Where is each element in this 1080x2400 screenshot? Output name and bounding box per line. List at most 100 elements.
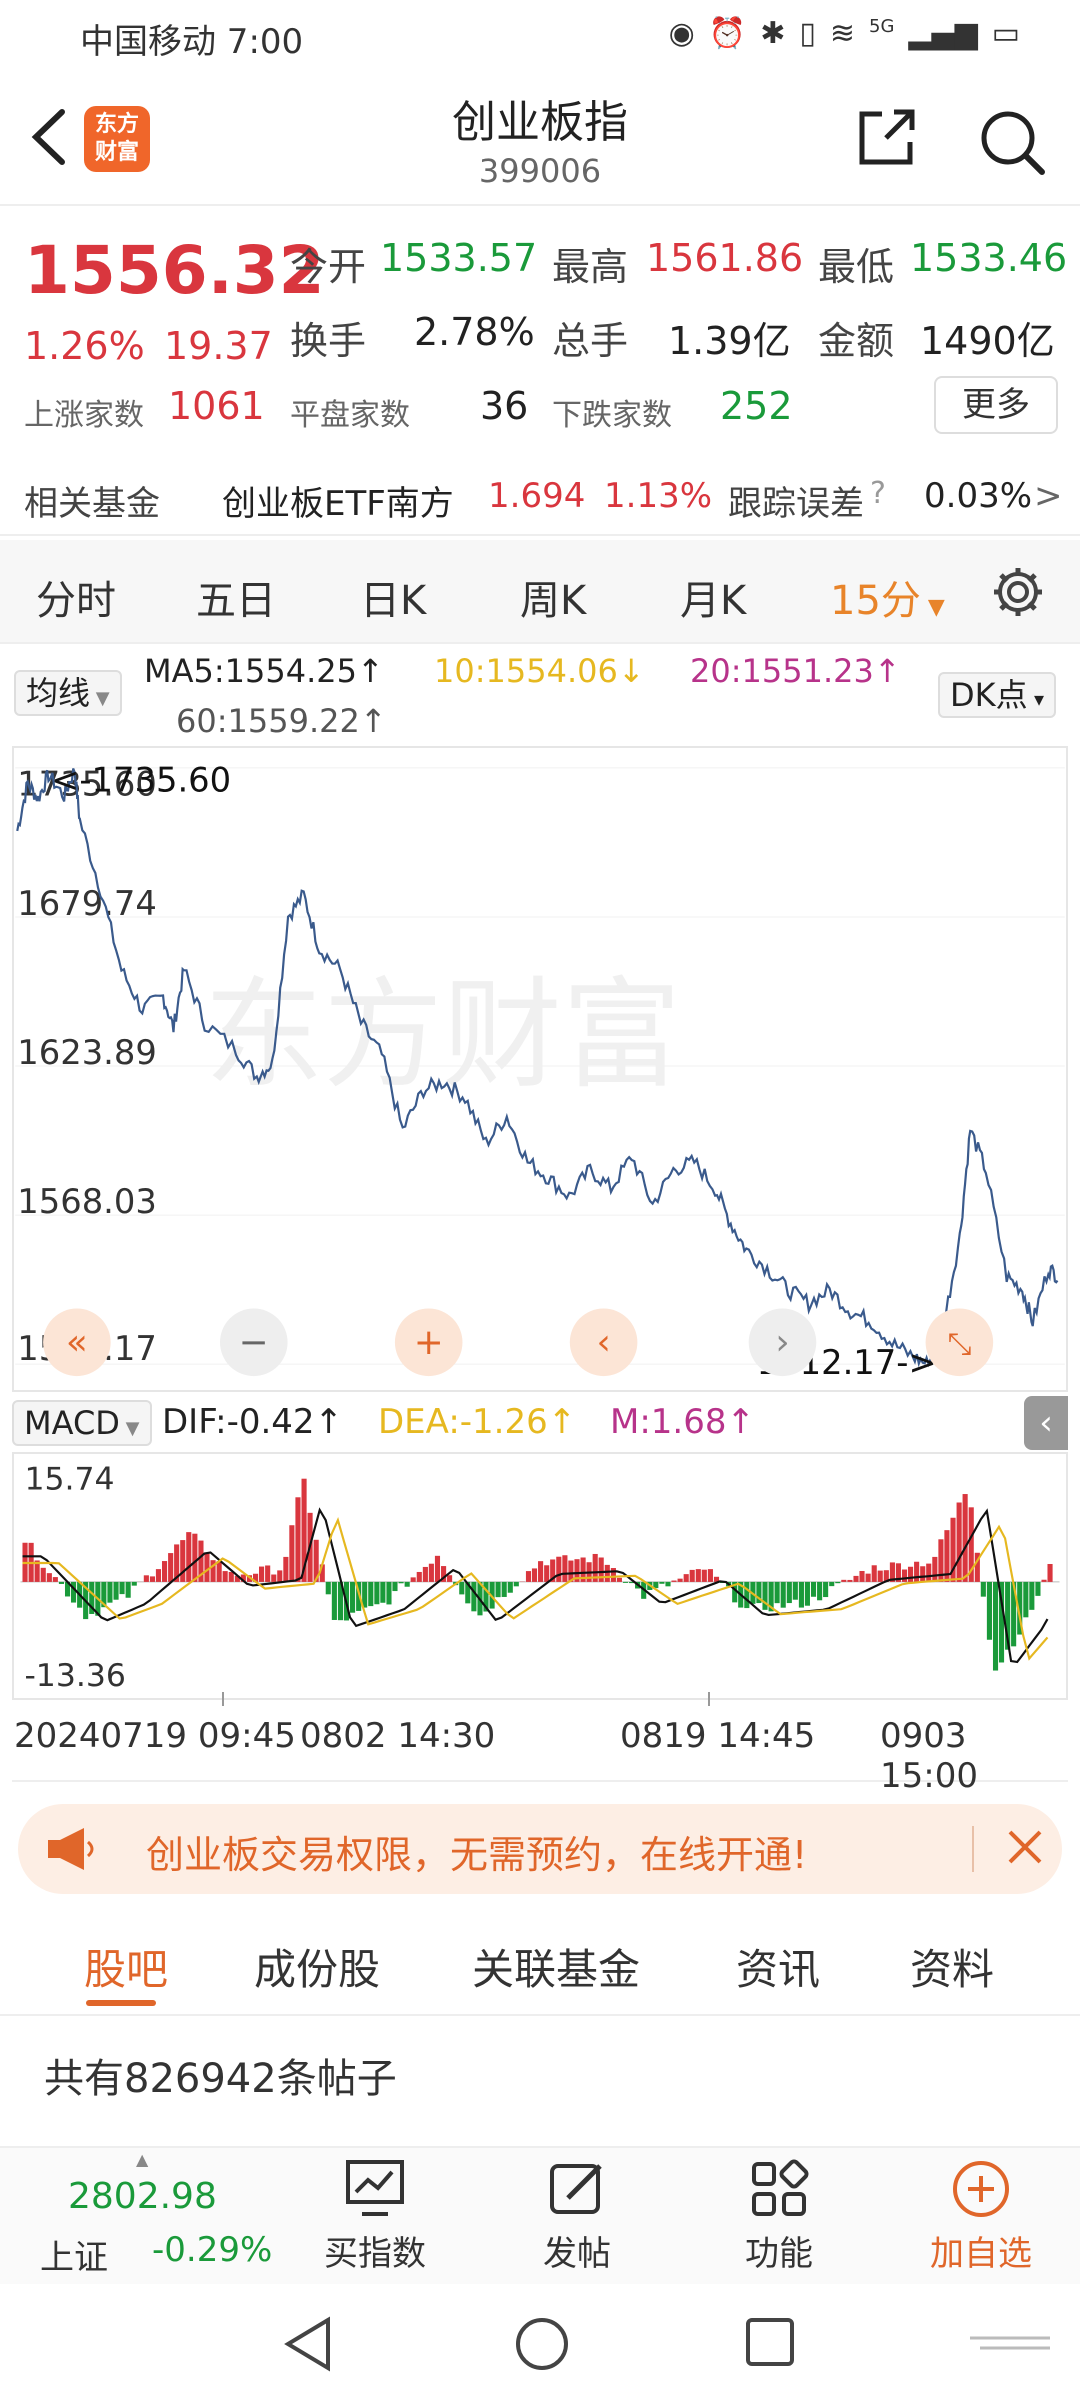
macd-bar (865, 1573, 871, 1582)
post-count: 共有826942条帖子 (44, 2056, 397, 2102)
nav-buy-index[interactable]: 买指数 (310, 2158, 440, 2275)
tab-intraday[interactable]: 分时 (36, 568, 116, 626)
macd-bar (659, 1581, 665, 1584)
macd-bar (471, 1581, 477, 1612)
search-icon[interactable] (976, 106, 1048, 178)
nav-post[interactable]: 发帖 (512, 2158, 642, 2275)
flat-label: 平盘家数 (290, 398, 410, 433)
fast-back-button[interactable]: « (43, 1308, 111, 1377)
macd-bar (841, 1579, 847, 1582)
tab-daily-k[interactable]: 日K (360, 568, 426, 626)
y-tick-label: 1679.74 (17, 884, 157, 923)
zoom-out-button[interactable]: − (219, 1308, 288, 1377)
macd-bar (616, 1577, 622, 1582)
macd-bar (562, 1555, 568, 1582)
ma5-value: MA5:1554.25↑ (144, 652, 384, 690)
macd-bar (774, 1581, 780, 1604)
macd-bar (119, 1581, 125, 1595)
status-icons: ◉ ⏰ ✱ ▯ ≋ 5G ▂▄▆ ▭ (669, 16, 1020, 51)
macd-bar (956, 1502, 962, 1582)
macd-bar (556, 1556, 562, 1582)
system-back-icon[interactable] (282, 2316, 334, 2372)
tab-related-funds[interactable]: 关联基金 (472, 1936, 640, 1997)
caret-down-icon: ▾ (1027, 687, 1045, 711)
tab-news[interactable]: 资讯 (736, 1936, 820, 1997)
svg-text:+: + (414, 1322, 444, 1363)
menu-lines-icon[interactable] (960, 2328, 1060, 2358)
macd-bar (398, 1581, 404, 1584)
y-axis-ticks: 1735.601679.741623.891568.031512.17 (17, 765, 157, 1368)
ma-indicator-row: 均线 ▼ MA5:1554.25↑ 10:1554.06↓ 20:1551.23… (0, 648, 1080, 748)
macd-bar (525, 1571, 532, 1582)
macd-bar (538, 1561, 544, 1582)
macd-bar (131, 1581, 137, 1586)
stock-code: 399006 (478, 152, 602, 190)
tab-profile[interactable]: 资料 (910, 1936, 994, 1997)
gear-icon[interactable] (990, 564, 1046, 620)
dk-selector[interactable]: DK点 ▾ (938, 672, 1057, 718)
nav-functions[interactable]: 功能 (714, 2158, 844, 2275)
close-icon[interactable] (1002, 1824, 1048, 1870)
macd-bar (416, 1571, 422, 1582)
x-axis: 20240719 09:45 0802 14:30 0819 14:45 090… (12, 1692, 1068, 1796)
tab-weekly-k[interactable]: 周K (520, 568, 586, 626)
amount-label: 金额 (818, 319, 895, 363)
alarm-icon: ⏰ (708, 16, 747, 51)
zoom-in-button[interactable]: + (394, 1308, 463, 1377)
tab-five-day[interactable]: 五日 (196, 568, 276, 626)
macd-top-label: 15.74 (24, 1461, 114, 1497)
ma-selector-label: 均线 (26, 674, 91, 712)
chevron-right-icon: > (1034, 476, 1063, 516)
dea-line (22, 1516, 1049, 1661)
macd-bar (186, 1532, 192, 1582)
macd-bar (265, 1565, 271, 1582)
macd-bar (40, 1567, 46, 1582)
macd-bar (804, 1581, 810, 1606)
promo-banner[interactable]: 创业板交易权限，无需预约，在线开通! (18, 1804, 1062, 1894)
index-ticker[interactable]: ▲ 2802.98 上证 -0.29% (40, 2148, 272, 2286)
macd-bar (683, 1574, 689, 1582)
macd-bar (798, 1581, 804, 1608)
macd-bar (501, 1581, 507, 1597)
eye-icon: ◉ (668, 16, 695, 51)
system-home-icon[interactable] (514, 2316, 570, 2372)
macd-bar (907, 1566, 914, 1582)
system-recents-icon[interactable] (744, 2316, 800, 2372)
macd-bar (932, 1556, 938, 1582)
volume-label: 总手 (552, 319, 629, 363)
tracking-error-value: 0.03% (924, 476, 1033, 516)
macd-bar (222, 1571, 228, 1582)
fullscreen-button[interactable]: ⤡ (925, 1308, 994, 1377)
macd-bar (410, 1577, 416, 1582)
nav-add-watchlist[interactable]: 加自选 (916, 2158, 1046, 2275)
x-label-0: 20240719 09:45 (14, 1716, 296, 1756)
tab-guba[interactable]: 股吧 (84, 1936, 168, 1997)
ma60-value: 60:1559.22↑ (176, 702, 387, 740)
turnover-label: 换手 (290, 319, 367, 363)
fund-pct: 1.13% (604, 476, 713, 516)
step-forward-button[interactable]: › (748, 1308, 817, 1377)
share-icon[interactable] (856, 106, 918, 168)
tab-15min-label: 15分 (830, 578, 921, 624)
tab-components[interactable]: 成份股 (254, 1936, 380, 1997)
tab-monthly-k[interactable]: 月K (680, 568, 746, 626)
svg-text:‹: ‹ (596, 1322, 610, 1363)
caret-down-icon: ▼ (920, 595, 945, 620)
open-value: 1533.57 (380, 236, 538, 280)
macd-selector[interactable]: MACD ▼ (12, 1400, 152, 1446)
related-fund-row[interactable]: 相关基金 创业板ETF南方 1.694 1.13% 跟踪误差 ? 0.03% > (0, 440, 1080, 536)
macd-bar (107, 1581, 113, 1603)
price-chart[interactable]: 东方财富 1735.601679.741623.891568.031512.17… (12, 746, 1068, 1392)
amount-value: 1490亿 (920, 319, 1055, 363)
more-button[interactable]: 更多 (934, 376, 1058, 434)
ma-selector[interactable]: 均线 ▼ (14, 670, 122, 716)
step-back-button[interactable]: ‹ (569, 1308, 638, 1377)
banner-divider (972, 1826, 974, 1872)
tab-15min[interactable]: 15分 ▼ (830, 568, 945, 626)
macd-bar (447, 1575, 453, 1582)
macd-bar (1041, 1579, 1047, 1582)
help-icon[interactable]: ? (870, 476, 886, 511)
side-panel-toggle[interactable]: ‹ (1024, 1396, 1068, 1450)
macd-bar (180, 1540, 186, 1582)
status-bar: 中国移动 7:00 ◉ ⏰ ✱ ▯ ≋ 5G ▂▄▆ ▭ (0, 0, 1080, 72)
